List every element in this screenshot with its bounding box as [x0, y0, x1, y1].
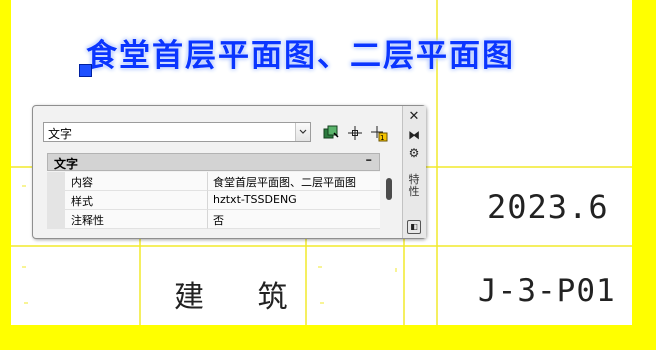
row-gutter	[47, 172, 65, 191]
property-row-contents[interactable]: 内容 食堂首层平面图、二层平面图	[47, 172, 380, 191]
property-name-cell: 样式	[65, 191, 208, 210]
quick-select-icon	[323, 125, 339, 139]
properties-palette[interactable]: 文字 1 文字 – 内容 食堂首层平面图、二层平面图 样式 hztxt-TSSD…	[32, 105, 426, 239]
palette-title-char: 性	[408, 185, 420, 198]
svg-text:1: 1	[380, 134, 384, 142]
properties-palette-content: 文字 1 文字 – 内容 食堂首层平面图、二层平面图 样式 hztxt-TSSD…	[33, 106, 400, 238]
pickadd-icon: 1	[371, 126, 388, 142]
property-name: 内容	[71, 176, 93, 189]
select-objects-button[interactable]	[345, 123, 365, 143]
property-value-cell[interactable]: hztxt-TSSDENG	[208, 191, 380, 210]
date-cell-text[interactable]: 2023.6	[487, 188, 609, 226]
property-row-style[interactable]: 样式 hztxt-TSSDENG	[47, 191, 380, 210]
property-value: 食堂首层平面图、二层平面图	[213, 176, 356, 189]
quick-select-button[interactable]	[321, 123, 341, 143]
property-name: 注释性	[71, 214, 104, 227]
property-name-cell: 内容	[65, 172, 208, 191]
row-gutter	[47, 191, 65, 210]
object-type-dropdown[interactable]: 文字	[43, 122, 311, 142]
property-value-cell[interactable]: 否	[208, 210, 380, 229]
category-label: 文字	[54, 157, 79, 171]
toggle-pickadd-button[interactable]: 1	[369, 123, 389, 143]
palette-options-icon[interactable]: ◧	[407, 220, 421, 234]
frame-border-left	[0, 0, 11, 350]
settings-icon[interactable]: ⚙	[407, 146, 421, 160]
property-row-annotative[interactable]: 注释性 否	[47, 210, 380, 229]
chevron-down-icon	[299, 129, 307, 134]
collapse-toggle-icon[interactable]: –	[366, 153, 373, 168]
property-name-cell: 注释性	[65, 210, 208, 229]
cad-drawing-canvas[interactable]: 食堂首层平面图、二层平面图 2023.6 建 筑 J-3-P01 文字 1 文字…	[0, 0, 656, 350]
frame-border-bottom	[0, 325, 656, 350]
frame-border-right	[632, 0, 656, 350]
palette-title: 特 性	[405, 174, 423, 198]
dropdown-arrow-button[interactable]	[295, 123, 310, 141]
properties-scrollbar[interactable]	[383, 174, 395, 236]
crosshair-icon	[348, 126, 362, 140]
property-value: hztxt-TSSDENG	[213, 193, 297, 206]
drawing-number-text[interactable]: J-3-P01	[478, 273, 616, 309]
property-value-cell[interactable]: 食堂首层平面图、二层平面图	[208, 172, 380, 191]
scrollbar-thumb[interactable]	[386, 178, 392, 200]
text-grip-handle[interactable]	[79, 64, 92, 77]
property-value: 否	[213, 214, 224, 227]
discipline-cell-text[interactable]: 建 筑	[174, 272, 310, 316]
close-icon[interactable]: ✕	[407, 110, 421, 124]
text-category-header[interactable]: 文字 –	[47, 153, 380, 171]
palette-title-bar[interactable]: ✕ ⧓ ⚙ 特 性 ◧	[402, 106, 426, 238]
object-type-value: 文字	[48, 127, 73, 141]
row-gutter	[47, 210, 65, 229]
autohide-icon[interactable]: ⧓	[407, 128, 421, 142]
drawing-title-text[interactable]: 食堂首层平面图、二层平面图	[86, 30, 515, 75]
property-name: 样式	[71, 195, 93, 208]
